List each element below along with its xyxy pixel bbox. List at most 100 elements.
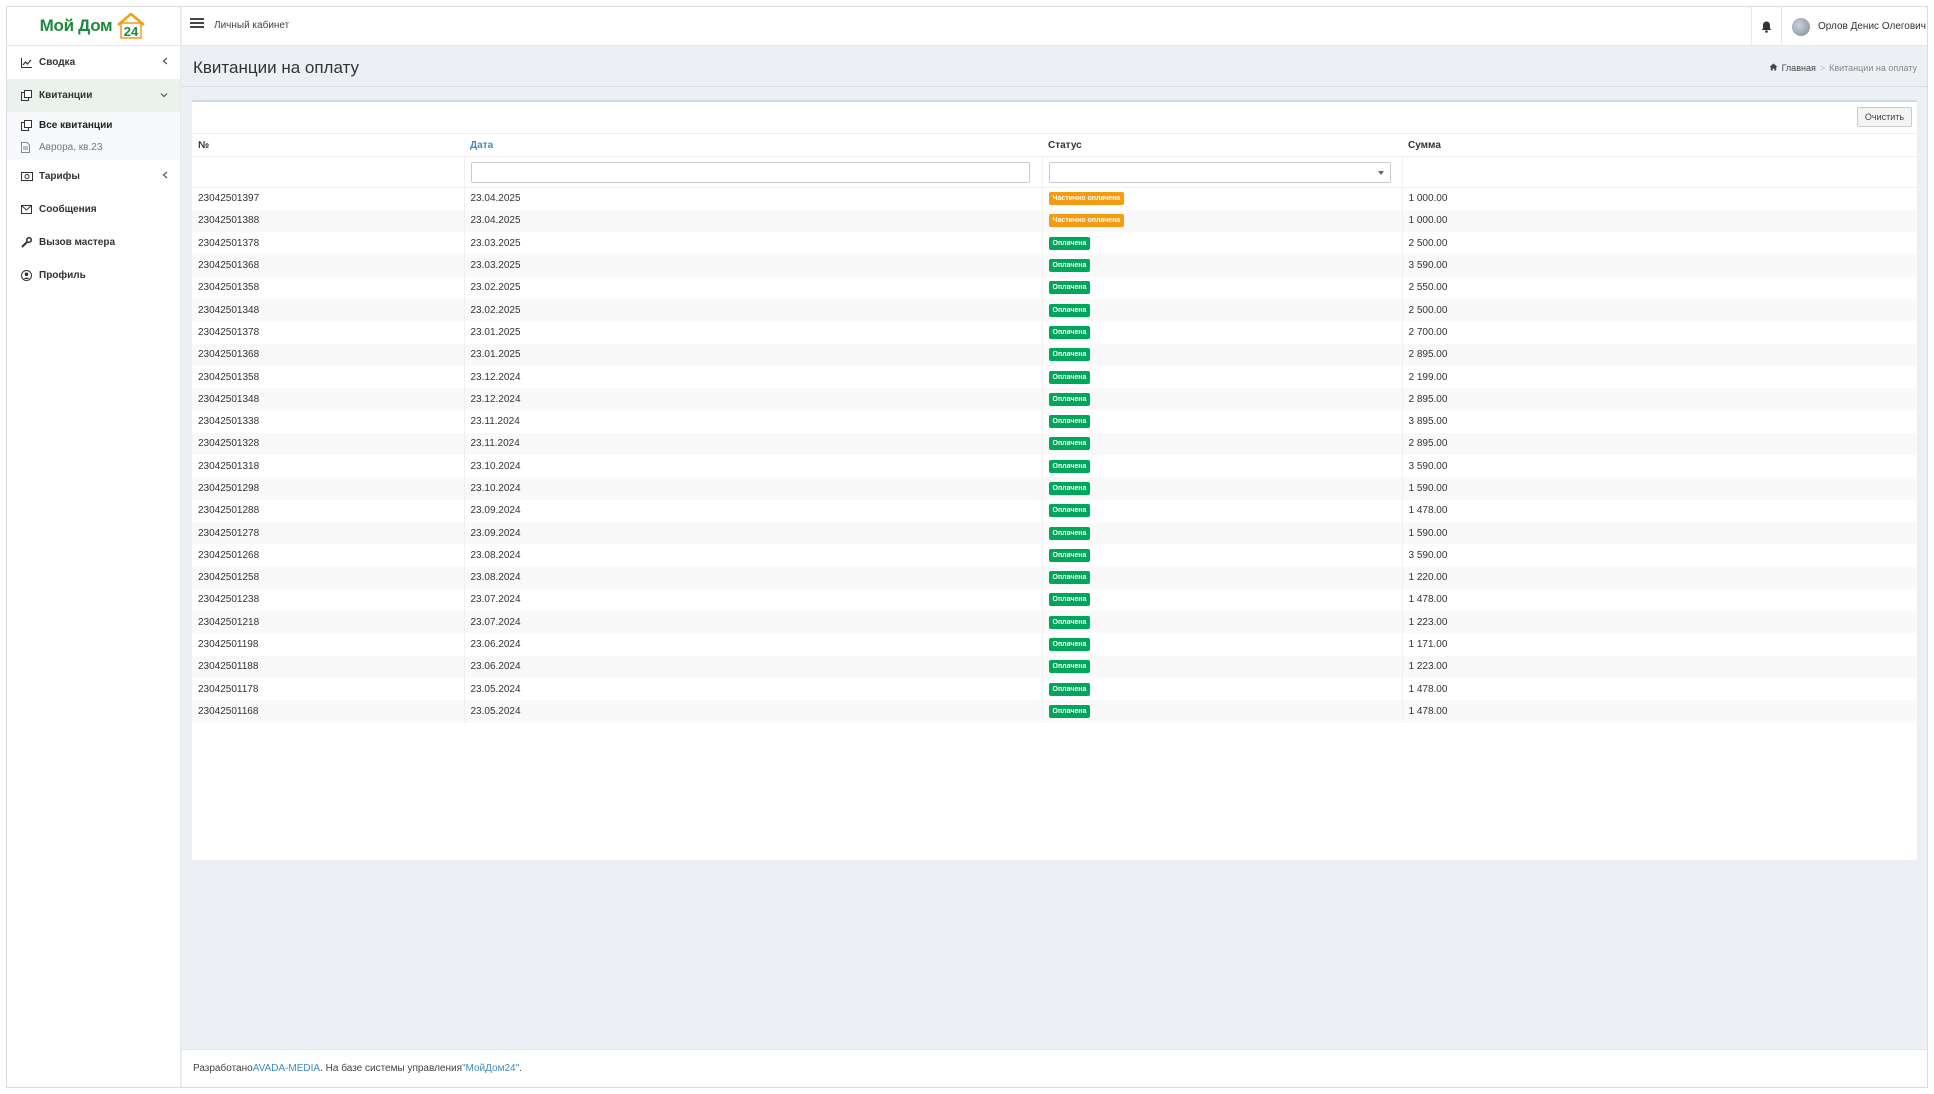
table-row[interactable]: 23042501288 23.09.2024 Оплачена 1 478.00 [192,499,1917,522]
cell-date: 23.03.2025 [463,232,1042,255]
sidebar-subitem-all-receipts[interactable]: Все квитанции [7,114,180,136]
breadcrumb-separator: > [1819,63,1826,73]
table-row[interactable]: 23042501298 23.10.2024 Оплачена 1 590.00 [192,477,1917,500]
cell-number: 23042501218 [192,611,464,634]
footer-company-link[interactable]: AVADA-MEDIA [253,1063,320,1074]
money-icon [21,172,35,181]
cell-date: 23.08.2024 [463,566,1042,589]
cell-status: Оплачена [1041,254,1402,277]
cell-sum: 1 478.00 [1401,678,1917,701]
column-header-status[interactable]: Статус [1042,133,1402,157]
cell-number: 23042501178 [198,683,259,695]
user-menu[interactable]: Орлов Денис Олегович [1781,7,1927,46]
table-row[interactable]: 23042501198 23.06.2024 Оплачена 1 171.00 [192,633,1917,656]
table-row[interactable]: 23042501348 23.02.2025 Оплачена 2 500.00 [192,298,1917,322]
breadcrumb-home-link[interactable]: Главная [1782,63,1816,73]
table-row[interactable]: 23042501238 23.07.2024 Оплачена 1 478.00 [192,588,1917,612]
table-row[interactable]: 23042501358 23.02.2025 Оплачена 2 550.00 [192,276,1917,299]
cell-sum: 3 590.00 [1401,254,1917,277]
status-badge: Оплачена [1048,325,1091,339]
breadcrumb-current: Квитанции на оплату [1829,63,1917,73]
table-row[interactable]: 23042501338 23.11.2024 Оплачена 3 895.00 [192,410,1917,433]
sidebar-item-receipts[interactable]: Квитанции [7,79,180,112]
status-badge: Оплачена [1048,459,1091,473]
clear-filters-button[interactable]: Очистить [1857,107,1912,127]
cell-status: Оплачена [1041,566,1402,589]
cell-date: 23.02.2025 [463,276,1042,299]
cell-status: Оплачена [1041,588,1402,612]
date-filter-input[interactable] [470,161,1031,183]
top-navbar: Личный кабинет Орлов Денис Олегович [182,7,1927,46]
status-badge: Оплачена [1048,370,1091,384]
brand-logo[interactable]: Мой Дом 24 [7,7,181,46]
brand-name: Мой Дом [39,16,113,35]
main-content: Квитанции на оплату Главная > Квитанции … [182,46,1927,1087]
cell-status: Оплачена [1041,521,1402,545]
column-header-date[interactable]: Дата [464,133,1042,157]
receipts-table-box: Очистить № Дата Статус Сумма 23042501397… [192,100,1917,860]
cell-sum: 2 199.00 [1401,365,1917,389]
caret-down-icon [1377,170,1384,175]
cell-sum: 3 895.00 [1401,410,1917,433]
user-circle-icon [21,270,35,281]
table-row[interactable]: 23042501278 23.09.2024 Оплачена 1 590.00 [192,521,1917,545]
status-badge: Оплачена [1048,704,1091,718]
table-row[interactable]: 23042501268 23.08.2024 Оплачена 3 590.00 [192,544,1917,567]
table-row[interactable]: 23042501188 23.06.2024 Оплачена 1 223.00 [192,655,1917,679]
menu-toggle-icon[interactable] [190,18,204,32]
cell-sum: 1 223.00 [1401,655,1917,679]
status-filter-select[interactable] [1048,161,1391,183]
sidebar-subitem-apartment[interactable]: Аврора, кв.23 [7,136,180,158]
cell-sum: 1 478.00 [1401,700,1917,723]
cell-date: 23.05.2024 [463,700,1042,723]
cell-number: 23042501168 [192,700,464,723]
status-badge: Оплачена [1048,392,1091,406]
status-badge: Оплачена [1048,259,1091,273]
cell-sum: 2 895.00 [1401,343,1917,366]
column-header-sum[interactable]: Сумма [1402,133,1917,157]
bell-icon [1761,21,1772,33]
table-row[interactable]: 23042501358 23.12.2024 Оплачена 2 199.00 [192,365,1917,389]
table-row[interactable]: 23042501378 23.01.2025 Оплачена 2 700.00 [192,321,1917,344]
table-row[interactable]: 23042501318 23.10.2024 Оплачена 3 590.00 [192,455,1917,478]
cell-sum: 1 220.00 [1401,566,1917,589]
footer-suffix: . [519,1063,522,1074]
page-title: Квитанции на оплату [193,58,360,77]
table-row[interactable]: 23042501348 23.12.2024 Оплачена 2 895.00 [192,388,1917,411]
cell-number: 23042501338 [198,416,260,428]
sidebar-item-messages[interactable]: Сообщения [7,193,180,226]
cell-number: 23042501268 [198,549,260,561]
cell-number: 23042501368 [192,343,464,366]
table-row[interactable]: 23042501368 23.03.2025 Оплачена 3 590.00 [192,254,1917,277]
cell-date: 23.09.2024 [463,521,1042,545]
cell-date: 23.10.2024 [463,477,1042,500]
sidebar-item-tariffs[interactable]: Тарифы [7,160,180,193]
table-row[interactable]: 23042501218 23.07.2024 Оплачена 1 223.00 [192,611,1917,634]
table-row[interactable]: 23042501178 23.05.2024 Оплачена 1 478.00 [192,678,1917,701]
sidebar-item-summary[interactable]: Сводка [7,46,180,79]
sidebar-item-label: Квитанции [39,90,93,101]
table-row[interactable]: 23042501258 23.08.2024 Оплачена 1 220.00 [192,566,1917,589]
notifications-button[interactable] [1751,7,1781,46]
filter-cell-empty [1401,156,1917,188]
table-row[interactable]: 23042501368 23.01.2025 Оплачена 2 895.00 [192,343,1917,366]
cell-sum: 1 590.00 [1401,521,1917,545]
footer-system-link[interactable]: "МойДом24" [462,1063,519,1074]
cell-number: 23042501188 [192,655,464,679]
cell-status: Оплачена [1041,321,1402,344]
table-row[interactable]: 23042501397 23.04.2025 Частично оплачена 1 … [192,187,1917,210]
table-row[interactable]: 23042501388 23.04.2025 Частично оплачена 1 … [192,209,1917,233]
status-badge: Частично оплачена [1048,192,1125,206]
table-row[interactable]: 23042501328 23.11.2024 Оплачена 2 895.00 [192,432,1917,456]
filter-cell-status [1041,156,1402,188]
sidebar-item-call-master[interactable]: Вызов мастера [7,226,180,259]
sidebar-item-profile[interactable]: Профиль [7,259,180,292]
copy-icon [21,119,35,131]
cell-number: 23042501358 [198,282,260,294]
cell-number: 23042501348 [192,298,464,322]
table-row[interactable]: 23042501168 23.05.2024 Оплачена 1 478.00 [192,700,1917,723]
column-header-number[interactable]: № [192,133,464,157]
cell-sum: 2 500.00 [1401,298,1917,322]
table-row[interactable]: 23042501378 23.03.2025 Оплачена 2 500.00 [192,232,1917,255]
cell-sum: 2 700.00 [1401,321,1917,344]
